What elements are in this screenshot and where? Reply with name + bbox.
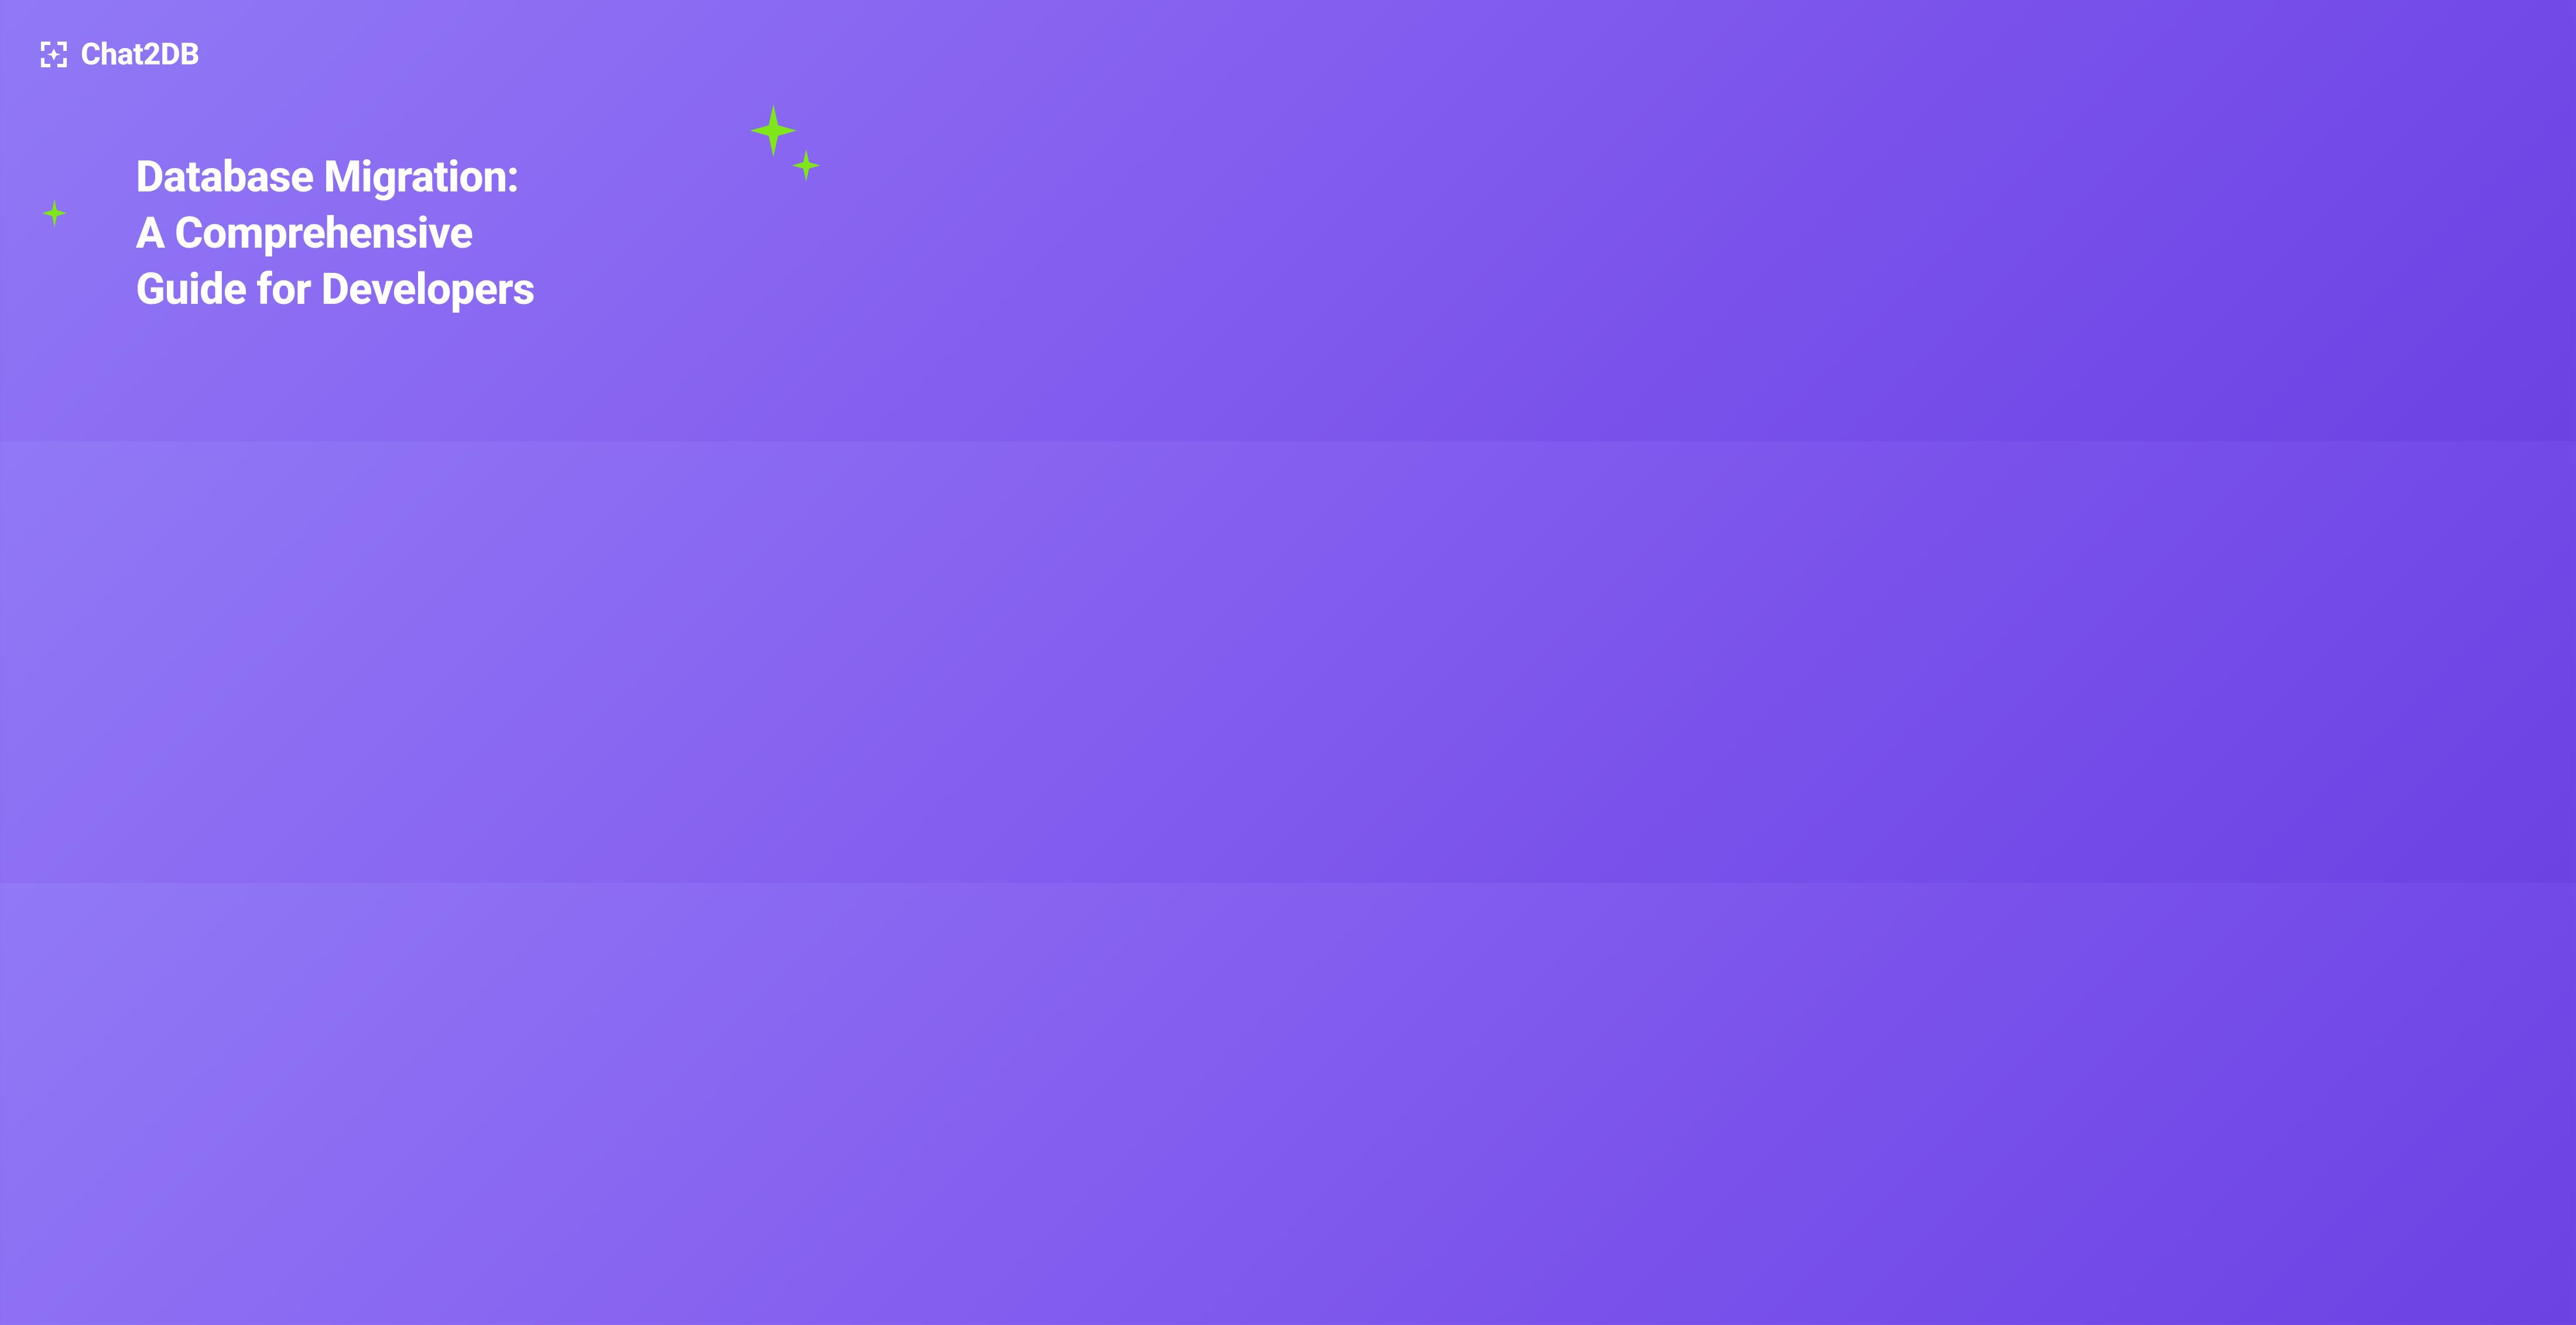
logo-icon (36, 37, 71, 72)
logo-container: Chat2DB (36, 36, 199, 72)
sparkle-icon (792, 149, 820, 182)
sparkle-icon (42, 199, 67, 227)
title-container: Database Migration: A Comprehensive Guid… (136, 149, 770, 319)
title-line-1: Database Migration: (136, 149, 770, 206)
sparkle-icon (750, 104, 797, 157)
title-line-3: Guide for Developers (136, 262, 770, 318)
title-line-2: A Comprehensive (136, 206, 770, 262)
logo-text: Chat2DB (81, 36, 199, 72)
